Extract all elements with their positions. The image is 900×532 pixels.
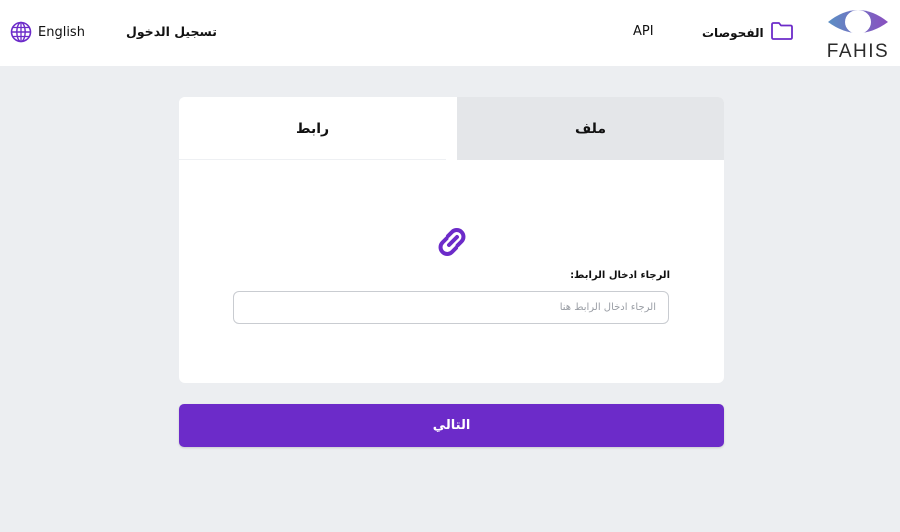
tab-file[interactable]: ملف xyxy=(457,97,724,160)
logo-text: FAHIS xyxy=(826,41,890,62)
fahis-logo[interactable]: FAHIS xyxy=(826,6,890,62)
scans-link[interactable]: الفحوصات xyxy=(702,22,794,44)
eye-logo-icon xyxy=(828,10,888,34)
login-link[interactable]: تسجيل الدخول xyxy=(126,24,217,39)
upload-card: رابط ملف الرجاء ادخال الرابط: xyxy=(179,97,724,383)
url-input[interactable] xyxy=(233,291,669,324)
scans-label: الفحوصات xyxy=(702,26,764,40)
tab-link[interactable]: رابط xyxy=(179,97,446,160)
api-link[interactable]: API xyxy=(633,24,654,39)
tab-divider xyxy=(179,159,446,160)
next-button[interactable]: التالي xyxy=(179,404,724,447)
top-navbar: English تسجيل الدخول API الفحوصات FAHIS xyxy=(0,0,900,66)
url-field-label: الرجاء ادخال الرابط: xyxy=(570,270,670,281)
folder-icon xyxy=(770,21,794,45)
link-icon xyxy=(430,220,474,264)
globe-icon xyxy=(10,21,32,43)
language-switcher[interactable]: English xyxy=(10,21,85,43)
language-label: English xyxy=(38,24,85,40)
